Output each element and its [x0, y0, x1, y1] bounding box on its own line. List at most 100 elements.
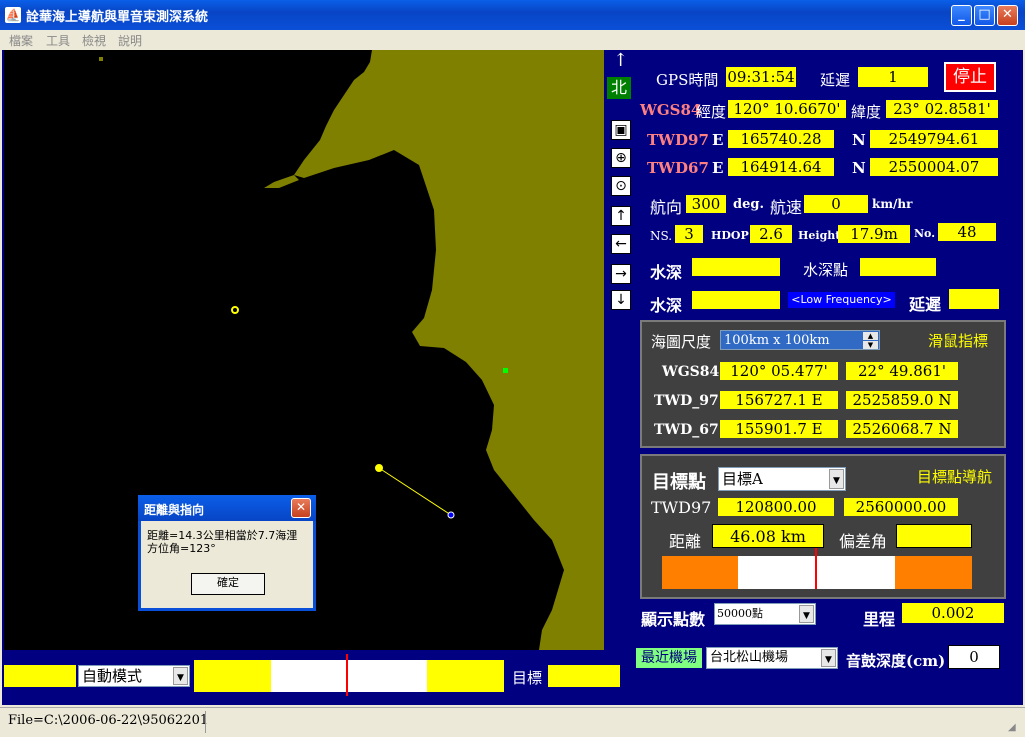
twd67-label: TWD67 — [647, 159, 709, 177]
depth-point-label: 水深點 — [803, 261, 849, 279]
dialog-line-distance: 距離=14.3公里相當於7.7海浬 — [147, 529, 298, 542]
heading-label: 航向 — [650, 198, 683, 217]
airport-select-value: 台北松山機場 — [710, 650, 789, 665]
bottom-indicator-bar — [194, 654, 504, 696]
pan-up-icon[interactable]: ↑ — [611, 206, 631, 226]
twd97-e-value: 165740.28 — [728, 130, 834, 148]
land-islet — [99, 57, 103, 61]
save-icon[interactable]: ▣ — [611, 120, 631, 140]
wgs84-label: WGS84 — [640, 101, 702, 119]
twd67-e-label: E — [712, 159, 724, 177]
center-icon[interactable]: ⊙ — [611, 176, 631, 196]
display-points-select[interactable]: 50000點 ▼ — [714, 603, 816, 625]
chart-scale-spinner[interactable]: 100km x 100km ▲ ▼ — [720, 330, 880, 350]
status-bar: File=C:\2006-06-22\95062201 ◢ — [0, 707, 1025, 737]
app-icon[interactable]: ⛵ — [5, 7, 21, 23]
pan-left-icon[interactable]: ← — [611, 234, 631, 254]
sounder-depth-label: 音鼓深度(cm) — [846, 652, 946, 670]
target-indicator-needle — [815, 548, 817, 589]
chevron-down-icon: ▼ — [829, 469, 844, 489]
target-nav-title: 目標點導航 — [917, 468, 993, 486]
heading-unit: deg. — [733, 197, 764, 212]
land-coast — [294, 50, 604, 650]
mouse-twd97-label: TWD_97 — [654, 393, 719, 409]
target-indicator-bar — [662, 548, 972, 589]
resize-grip-icon[interactable]: ◢ — [1008, 722, 1016, 733]
target-twd97-n: 2560000.00 — [844, 498, 958, 516]
dialog-close-button[interactable]: ✕ — [291, 498, 311, 518]
speed-unit: km/hr — [872, 197, 913, 211]
pan-right-icon[interactable]: → — [611, 264, 631, 284]
menu-tools[interactable]: 工具 — [46, 32, 70, 49]
gps-time-label: GPS時間 — [656, 71, 719, 89]
depth-label: 水深 — [650, 263, 683, 282]
stop-button[interactable]: 停止 — [944, 62, 996, 92]
menu-bar: 檔案 工具 檢視 說明 — [0, 30, 1025, 50]
ns-label: NS. — [650, 229, 673, 243]
target-value — [548, 665, 620, 687]
north-arrow-icon: ↑ — [613, 50, 629, 71]
mouse-wgs84-lon: 120° 05.477' — [720, 362, 838, 380]
measure-start-point — [375, 464, 383, 472]
spinner-up-icon[interactable]: ▲ — [863, 332, 878, 340]
window-title: 詮華海上導航與單音束測深系統 — [26, 10, 209, 25]
depth2-value — [692, 291, 780, 309]
offset-angle-value — [896, 524, 972, 548]
indicator-right-zone — [427, 660, 504, 692]
target-point-label: 目標點 — [652, 472, 706, 493]
delay-value: 1 — [858, 67, 928, 87]
nearest-airport-label: 最近機場 — [636, 648, 702, 668]
mileage-value: 0.002 — [902, 603, 1004, 623]
pan-down-icon[interactable]: ↓ — [611, 290, 631, 310]
mode-select[interactable]: 自動模式 ▼ — [78, 665, 190, 687]
target-icon[interactable]: ⊕ — [611, 148, 631, 168]
menu-file[interactable]: 檔案 — [9, 32, 33, 49]
mileage-label: 里程 — [863, 610, 896, 629]
longitude-label: 經度 — [696, 103, 727, 121]
mouse-twd67-n: 2526068.7 N — [846, 420, 958, 438]
dialog-title: 距離與指向 — [138, 495, 316, 521]
sounder-depth-input[interactable]: 0 — [948, 645, 1000, 669]
dialog-ok-button[interactable]: 確定 — [191, 573, 265, 595]
bottom-left-value — [4, 665, 76, 687]
twd97-n-label: N — [852, 131, 866, 149]
marker-yellow-ring — [231, 306, 239, 314]
twd97-e-label: E — [712, 131, 724, 149]
measure-end-point — [447, 511, 455, 519]
chart-scale-label: 海圖尺度 — [651, 333, 712, 351]
target-select[interactable]: 目標A ▼ — [718, 467, 846, 491]
target-indicator-right — [895, 556, 972, 589]
ns-value: 3 — [675, 225, 703, 243]
dialog-line-bearing: 方位角=123° — [147, 542, 216, 555]
close-button[interactable]: ✕ — [997, 5, 1018, 26]
status-divider — [205, 711, 206, 733]
target-indicator-left — [662, 556, 738, 589]
distance-label: 距離 — [669, 532, 702, 551]
longitude-value: 120° 10.6670' — [728, 100, 846, 118]
twd67-n-value: 2550004.07 — [870, 158, 998, 176]
indicator-needle — [346, 654, 348, 696]
minimize-button[interactable]: _ — [951, 5, 972, 26]
heading-value: 300 — [686, 195, 726, 213]
airport-select[interactable]: 台北松山機場 ▼ — [706, 647, 838, 669]
depth2-label: 水深 — [650, 296, 683, 315]
spinner-down-icon[interactable]: ▼ — [863, 341, 878, 349]
land-spit — [264, 175, 299, 188]
menu-view[interactable]: 檢視 — [82, 32, 106, 49]
chart-scale-value: 100km x 100km — [724, 333, 830, 348]
north-label: 北 — [607, 77, 631, 99]
mouse-twd97-n: 2525859.0 N — [846, 391, 958, 409]
maximize-button[interactable]: □ — [974, 5, 995, 26]
no-label: No. — [914, 227, 936, 240]
target-twd97-label: TWD97 — [651, 498, 712, 517]
speed-label: 航速 — [770, 198, 803, 217]
menu-help[interactable]: 說明 — [118, 32, 142, 49]
hdop-label: HDOP — [711, 229, 749, 242]
display-points-label: 顯示點數 — [641, 610, 706, 629]
mouse-twd67-label: TWD_67 — [654, 422, 719, 438]
mouse-wgs84-lat: 22° 49.861' — [846, 362, 958, 380]
depth-point-value — [860, 258, 936, 276]
title-bar: ⛵ 詮華海上導航與單音束測深系統 _ □ ✕ — [0, 0, 1025, 30]
latitude-label: 緯度 — [851, 103, 882, 121]
mouse-pointer-title: 滑鼠指標 — [928, 332, 989, 350]
